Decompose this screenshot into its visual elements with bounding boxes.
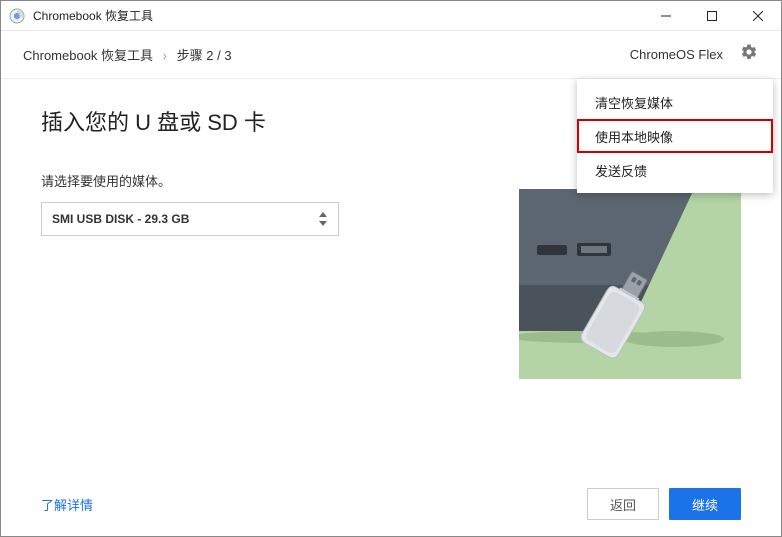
- learn-more-link[interactable]: 了解详情: [41, 495, 93, 514]
- footer: 了解详情 返回 继续: [1, 472, 781, 536]
- header: Chromebook 恢复工具 › 步骤 2 / 3 ChromeOS Flex…: [1, 31, 781, 79]
- menu-item-label: 清空恢复媒体: [595, 93, 673, 112]
- continue-button-label: 继续: [692, 495, 718, 514]
- breadcrumb-separator: ›: [163, 48, 167, 63]
- back-button-label: 返回: [610, 495, 636, 514]
- maximize-button[interactable]: [689, 1, 735, 31]
- menu-item-label: 使用本地映像: [595, 127, 673, 146]
- stepper-arrows-icon: [318, 212, 328, 226]
- usb-illustration: [519, 189, 741, 379]
- close-button[interactable]: [735, 1, 781, 31]
- media-select-value: SMI USB DISK - 29.3 GB: [52, 212, 189, 226]
- app-icon: [9, 8, 25, 24]
- menu-item-send-feedback[interactable]: 发送反馈: [577, 153, 773, 187]
- back-button[interactable]: 返回: [587, 488, 659, 520]
- product-name: ChromeOS Flex: [630, 47, 723, 62]
- settings-button[interactable]: [727, 31, 771, 79]
- minimize-button[interactable]: [643, 1, 689, 31]
- settings-menu: 清空恢复媒体 使用本地映像 发送反馈: [577, 79, 773, 193]
- gear-icon: [740, 43, 758, 66]
- media-select[interactable]: SMI USB DISK - 29.3 GB: [41, 202, 339, 236]
- breadcrumb-app: Chromebook 恢复工具: [23, 48, 153, 63]
- menu-item-use-local-image[interactable]: 使用本地映像: [577, 119, 773, 153]
- breadcrumb-step: 步骤 2 / 3: [177, 48, 232, 63]
- app-window: Chromebook 恢复工具 Chromebook 恢复工具 › 步骤 2 /…: [0, 0, 782, 537]
- menu-item-label: 发送反馈: [595, 161, 647, 180]
- continue-button[interactable]: 继续: [669, 488, 741, 520]
- breadcrumb: Chromebook 恢复工具 › 步骤 2 / 3: [23, 45, 232, 64]
- titlebar: Chromebook 恢复工具: [1, 1, 781, 31]
- menu-item-erase-media[interactable]: 清空恢复媒体: [577, 85, 773, 119]
- window-title: Chromebook 恢复工具: [33, 7, 153, 24]
